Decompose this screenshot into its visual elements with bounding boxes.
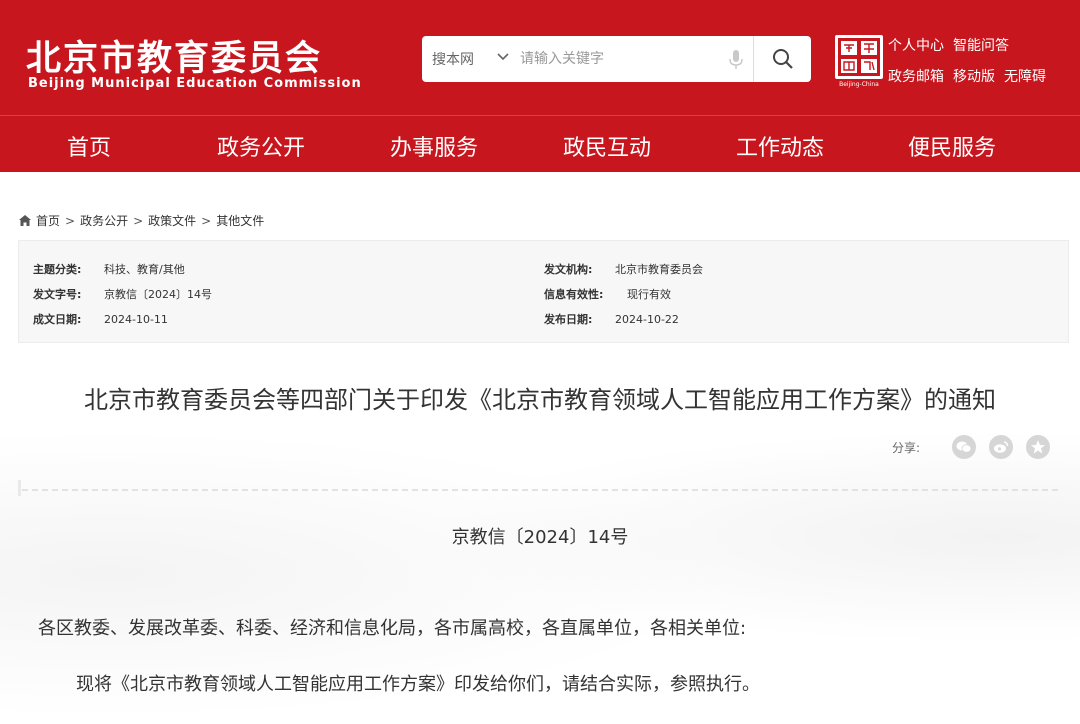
- meta-issuer: 发文机构: 北京市教育委员会: [544, 261, 703, 277]
- nav-item-convenience[interactable]: 便民服务: [908, 130, 996, 162]
- document-number: 京教信〔2024〕14号: [451, 527, 629, 548]
- search-input[interactable]: [520, 44, 725, 74]
- search-icon: [772, 49, 793, 69]
- nav-item-interaction[interactable]: 政民互动: [563, 130, 651, 162]
- wechat-icon: [956, 441, 972, 453]
- site-header: 北京市教育委员会 Beijing Municipal Education Com…: [0, 0, 1080, 115]
- search-button[interactable]: [754, 36, 811, 82]
- content-divider: [22, 489, 1058, 491]
- meta-doc-number: 发文字号: 京教信〔2024〕14号: [33, 286, 212, 302]
- meta-validity: 信息有效性: 现行有效: [544, 286, 671, 302]
- chevron-down-icon[interactable]: [495, 46, 511, 66]
- share-qzone-button[interactable]: [1026, 435, 1050, 459]
- meta-published-date: 发布日期: 2024-10-22: [544, 311, 679, 327]
- meta-topic-label: 主题分类:: [33, 263, 82, 276]
- link-mobile[interactable]: 移动版: [953, 66, 995, 86]
- breadcrumb-other-docs[interactable]: 其他文件: [216, 212, 264, 229]
- meta-topic-value: 科技、教育/其他: [104, 263, 185, 276]
- main-nav: 首页 政务公开 办事服务 政民互动 工作动态 便民服务: [0, 115, 1080, 172]
- microphone-icon[interactable]: [727, 48, 745, 72]
- meta-issuer-value: 北京市教育委员会: [615, 263, 703, 276]
- link-accessibility[interactable]: 无障碍: [1004, 66, 1046, 86]
- weibo-icon: [994, 441, 1009, 453]
- search-bar: 搜本网: [422, 36, 811, 82]
- breadcrumb-separator: >: [65, 213, 76, 228]
- link-smart-qa[interactable]: 智能问答: [953, 35, 1009, 55]
- body-paragraph: 现将《北京市教育领域人工智能应用工作方案》印发给你们，请结合实际，参照执行。: [76, 674, 760, 695]
- meta-created-date: 成文日期: 2024-10-11: [33, 311, 168, 327]
- meta-created-label: 成文日期:: [33, 313, 82, 326]
- article-title: 北京市教育委员会等四部门关于印发《北京市教育领域人工智能应用工作方案》的通知: [84, 386, 996, 414]
- document-meta-box: 主题分类: 科技、教育/其他 发文字号: 京教信〔2024〕14号 成文日期: 202…: [18, 240, 1069, 343]
- badge-text: Beijing-China: [839, 81, 879, 88]
- breadcrumb-separator: >: [201, 213, 212, 228]
- home-icon: [19, 215, 31, 226]
- nav-item-news[interactable]: 工作动态: [736, 130, 824, 162]
- meta-topic: 主题分类: 科技、教育/其他: [33, 261, 185, 277]
- nav-item-gov-affairs[interactable]: 政务公开: [217, 130, 305, 162]
- breadcrumb-policy-docs[interactable]: 政策文件: [148, 212, 196, 229]
- top-links: 个人中心 智能问答 政务邮箱 移动版 无障碍: [888, 35, 1073, 97]
- meta-created-value: 2024-10-11: [104, 313, 168, 326]
- breadcrumb: 首页 > 政务公开 > 政策文件 > 其他文件: [18, 212, 264, 229]
- meta-published-value: 2024-10-22: [615, 313, 679, 326]
- meta-published-label: 发布日期:: [544, 313, 593, 326]
- search-scope-select[interactable]: 搜本网: [432, 49, 474, 69]
- meta-doc-number-value: 京教信〔2024〕14号: [104, 288, 212, 301]
- meta-issuer-label: 发文机构:: [544, 263, 593, 276]
- link-gov-mail[interactable]: 政务邮箱: [888, 66, 944, 86]
- recipients-line: 各区教委、发展改革委、科委、经济和信息化局，各市属高校，各直属单位，各相关单位:: [38, 618, 747, 639]
- share-wechat-button[interactable]: [952, 435, 976, 459]
- meta-doc-number-label: 发文字号:: [33, 288, 82, 301]
- site-logo-en[interactable]: Beijing Municipal Education Commission: [28, 76, 362, 91]
- share-label: 分享:: [892, 441, 921, 455]
- share-weibo-button[interactable]: [989, 435, 1013, 459]
- nav-item-services[interactable]: 办事服务: [390, 130, 478, 162]
- divider-mark: [18, 480, 21, 496]
- capital-window-badge-icon[interactable]: Beijing-China: [834, 34, 884, 88]
- nav-item-home[interactable]: 首页: [67, 130, 111, 162]
- breadcrumb-home[interactable]: 首页: [36, 212, 60, 229]
- meta-validity-label: 信息有效性:: [544, 288, 604, 301]
- star-icon: [1031, 440, 1045, 454]
- breadcrumb-separator: >: [133, 213, 144, 228]
- breadcrumb-gov-affairs[interactable]: 政务公开: [80, 212, 128, 229]
- link-personal-center[interactable]: 个人中心: [888, 35, 944, 55]
- site-logo-cn[interactable]: 北京市教育委员会: [26, 30, 322, 81]
- meta-validity-value: 现行有效: [627, 288, 671, 301]
